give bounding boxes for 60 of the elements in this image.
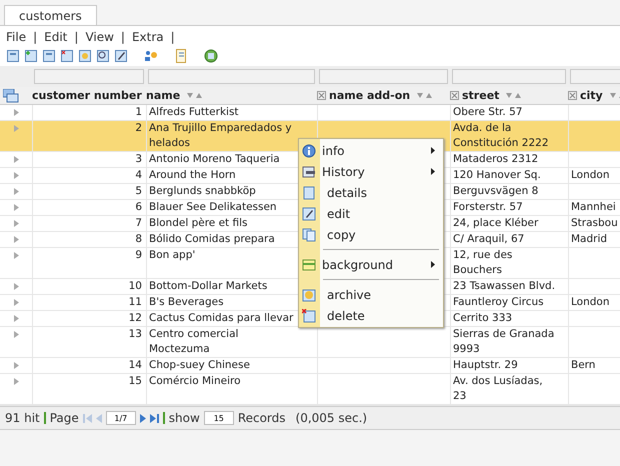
show-label: show	[168, 411, 200, 425]
table-cell: 7	[135, 217, 142, 229]
menu-separator: |	[170, 30, 175, 44]
table-cell: London	[571, 296, 610, 308]
table-cell: Fauntleroy Circus	[453, 296, 544, 308]
hit-count: 91 hit	[5, 411, 40, 425]
table-cell: 23 Tsawassen Blvd.	[453, 280, 556, 292]
table-cell: Alfreds Futterkist	[149, 106, 239, 118]
table-cell: 15	[128, 375, 142, 387]
table-cell: 24, place Kléber	[453, 217, 538, 229]
table-cell: 8	[135, 233, 142, 245]
table-cell: Chop-suey Chinese	[149, 359, 250, 371]
table-cell: Avda. de la Constitución 2222	[453, 122, 549, 149]
table-cell: Blauer See Delikatessen	[149, 201, 277, 213]
table-cell: Bon app'	[149, 249, 196, 261]
table-cell: Bern	[571, 359, 596, 371]
menu-separator: |	[120, 30, 125, 44]
menu-separator: |	[33, 30, 38, 44]
table-cell: Cerrito 333	[453, 312, 512, 324]
table-cell: Forsterstr. 57	[453, 201, 523, 213]
page-label: Page	[50, 411, 79, 425]
table-cell: London	[571, 169, 610, 181]
table-cell: Berglunds snabbköp	[149, 185, 256, 197]
table-cell: 2	[135, 122, 142, 134]
menu-separator: |	[74, 30, 78, 44]
table-cell: Cactus Comidas para llevar	[149, 312, 294, 324]
table-cell: Bólido Comidas prepara	[149, 233, 275, 245]
table-cell: Blondel père et fils	[149, 217, 248, 229]
table-cell: 12	[128, 312, 142, 324]
table-cell: 12, rue des Bouchers	[453, 249, 512, 276]
query-time: (0,005 sec.)	[296, 411, 368, 425]
table-cell: Around the Horn	[149, 169, 236, 181]
table-cell: Bottom-Dollar Markets	[149, 280, 268, 292]
table-cell: Strasbou	[571, 217, 618, 229]
table-cell: Mannhei	[571, 201, 616, 213]
table-cell: Madrid	[571, 233, 608, 245]
table-cell: 120 Hanover Sq.	[453, 169, 541, 181]
table-cell: Ana Trujillo Emparedados y helados	[149, 122, 292, 149]
table-cell: 4	[135, 169, 142, 181]
table-cell: 3	[135, 153, 142, 165]
table-cell: Mataderos 2312	[453, 153, 538, 165]
table-cell: 9	[135, 249, 142, 261]
table-cell: Obere Str. 57	[453, 106, 522, 118]
table-cell: 1	[135, 106, 142, 118]
table-cell: 13	[128, 328, 142, 340]
table-cell: Sierras de Granada 9993	[453, 328, 554, 355]
table-cell: 11	[128, 296, 142, 308]
table-cell: C/ Araquil, 67	[453, 233, 524, 245]
table-cell: Antonio Moreno Taqueria	[149, 153, 280, 165]
table-cell: 10	[128, 280, 142, 292]
table-cell: Centro comercial Moctezuma	[149, 328, 238, 355]
table-cell: 14	[128, 359, 142, 371]
table-cell: Comércio Mineiro	[149, 375, 241, 387]
table-cell: Av. dos Lusíadas, 23	[453, 375, 543, 402]
table-cell: B's Beverages	[149, 296, 224, 308]
table-cell: 5	[135, 185, 142, 197]
table-cell: 6	[135, 201, 142, 213]
table-cell: Hauptstr. 29	[453, 359, 518, 371]
table-cell: Berguvsvägen 8	[453, 185, 538, 197]
records-label: Records	[238, 411, 286, 425]
